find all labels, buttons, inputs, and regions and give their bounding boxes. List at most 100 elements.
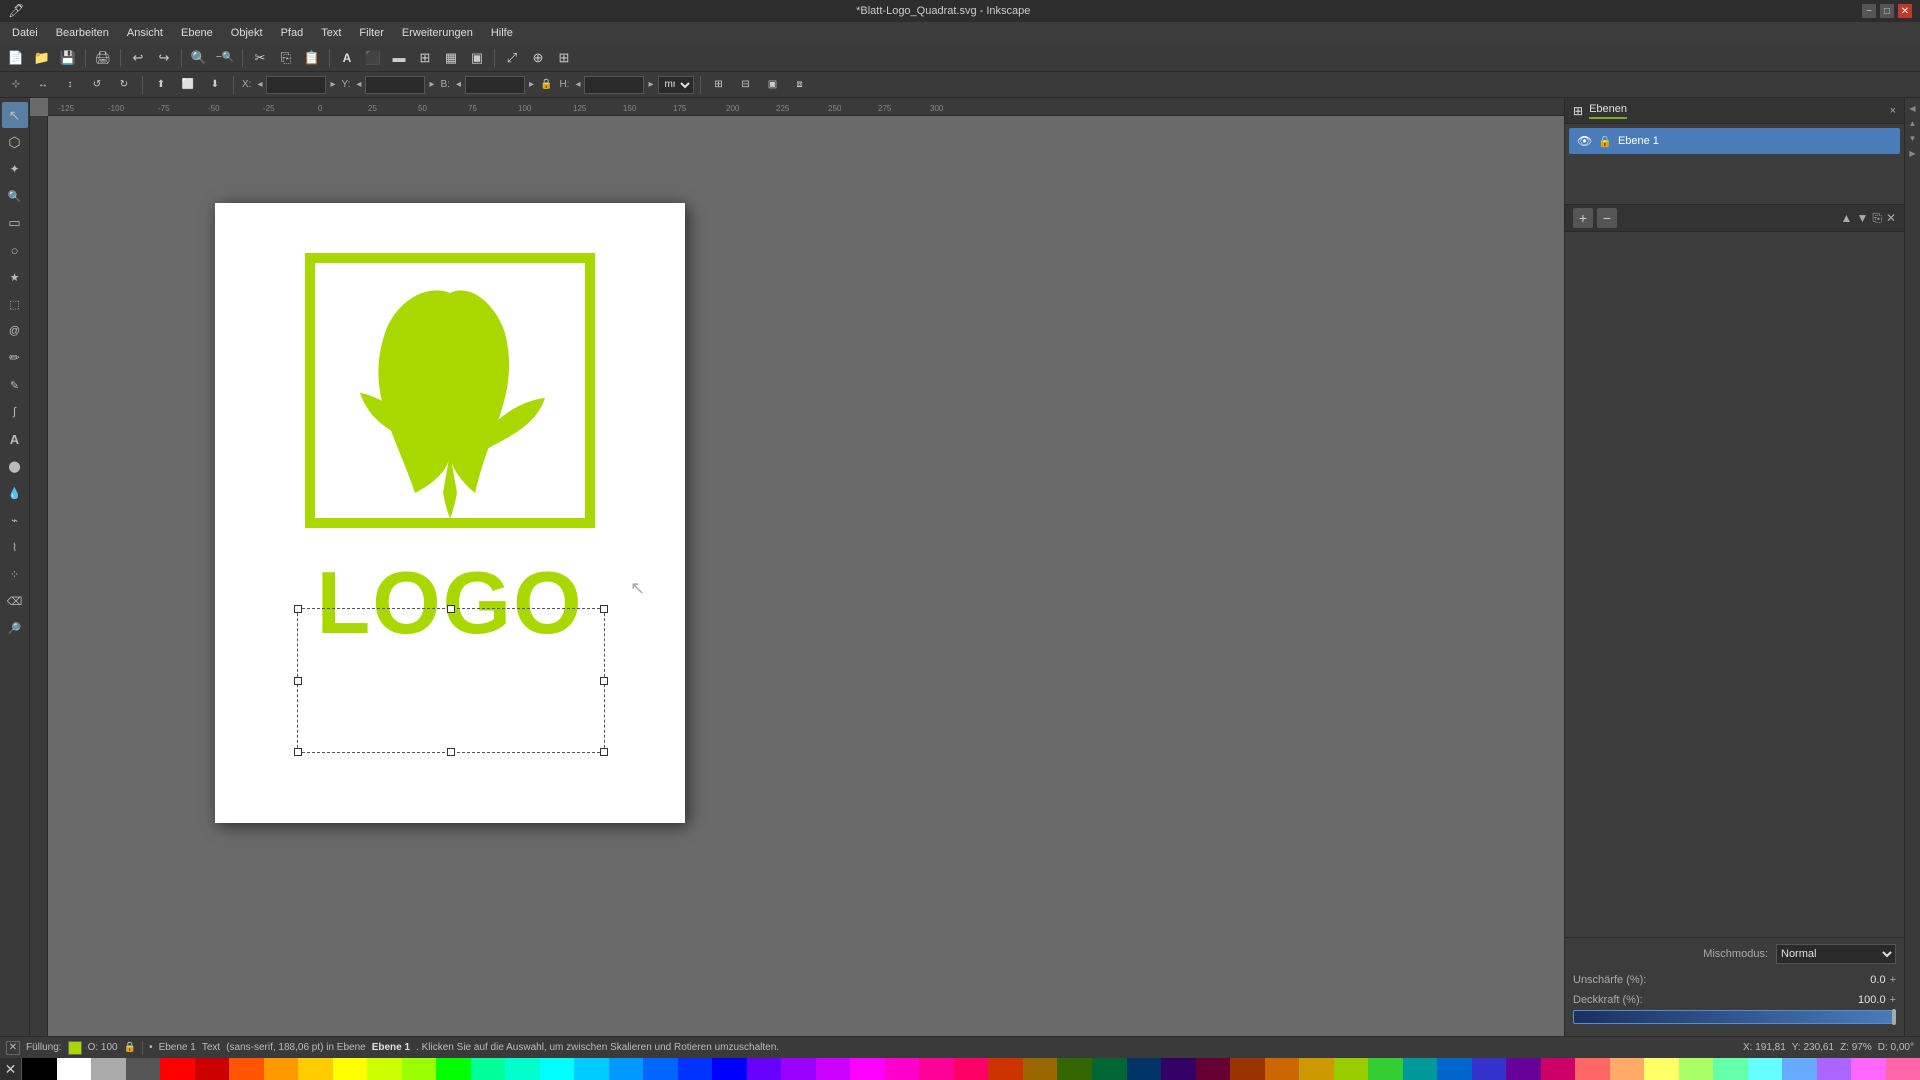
unit-select[interactable]: mm px pt [658,76,694,94]
calligraphy-tool[interactable]: ∫ [2,399,28,425]
star-tool[interactable]: ★ [2,264,28,290]
palette-color[interactable] [1886,1058,1920,1080]
palette-color[interactable] [1437,1058,1472,1080]
rotate-cw-btn[interactable]: ↻ [112,74,136,96]
menu-datei[interactable]: Datei [4,25,46,41]
palette-color[interactable] [505,1058,540,1080]
palette-color[interactable] [471,1058,506,1080]
zoom-in-button[interactable]: 🔍 [187,47,211,69]
spiral-tool[interactable]: @ [2,318,28,344]
connector-tool[interactable]: ⌁ [2,507,28,533]
new-button[interactable]: 📄 [4,47,28,69]
transform-btn[interactable]: ⤢ [500,47,524,69]
close-button[interactable]: ✕ [1898,4,1912,18]
palette-color[interactable] [781,1058,816,1080]
menu-pfad[interactable]: Pfad [273,25,312,41]
palette-color[interactable] [747,1058,782,1080]
palette-color[interactable] [1334,1058,1369,1080]
text-tool-btn[interactable]: A [335,47,359,69]
rotate-ccw-btn[interactable]: ↺ [85,74,109,96]
layer-close-btn[interactable]: ✕ [1886,211,1896,225]
remove-layer-btn[interactable]: − [1597,208,1617,228]
palette-color[interactable] [22,1058,57,1080]
snap-grid-btn[interactable]: ⊟ [734,74,758,96]
palette-color[interactable] [264,1058,299,1080]
node-tool[interactable]: ⬡ [2,129,28,155]
text-tool[interactable]: A [2,426,28,452]
align-left-btn[interactable]: ⬛ [361,47,385,69]
snap-btn-3[interactable]: ▼ [1907,132,1919,144]
menu-bearbeiten[interactable]: Bearbeiten [48,25,117,41]
palette-color[interactable] [1161,1058,1196,1080]
palette-color[interactable] [678,1058,713,1080]
spray-tool[interactable]: ⁘ [2,561,28,587]
palette-color[interactable] [91,1058,126,1080]
align-bot-btn[interactable]: ⬇ [203,74,227,96]
gradient-tool[interactable]: ⬤ [2,453,28,479]
palette-color[interactable] [1196,1058,1231,1080]
palette-color[interactable] [1575,1058,1610,1080]
x-inc-arrow[interactable]: ▸ [329,79,336,90]
select-all-btn[interactable]: ⊹ [4,74,28,96]
grid-btn[interactable]: ⊞ [552,47,576,69]
palette-color[interactable] [436,1058,471,1080]
add-layer-btn[interactable]: + [1573,208,1593,228]
snap-bbox-btn[interactable]: ▣ [761,74,785,96]
x-input[interactable]: 41,493 [266,76,326,94]
lock-icon[interactable]: 🔒 [538,79,554,90]
mischmode-select[interactable]: Normal Multiply Screen Overlay [1776,944,1896,964]
palette-color[interactable] [1679,1058,1714,1080]
palette-color[interactable] [1541,1058,1576,1080]
layer-lock-icon[interactable]: 🔒 [1598,135,1612,148]
3d-tool[interactable]: ⬚ [2,291,28,317]
palette-color[interactable] [712,1058,747,1080]
pencil-tool[interactable]: ✎ [2,372,28,398]
palette-color[interactable] [1368,1058,1403,1080]
snap-btn[interactable]: ⊕ [526,47,550,69]
view-btn1[interactable]: ⧈ [788,74,812,96]
no-color-btn[interactable]: ✕ [0,1058,22,1080]
palette-color[interactable] [126,1058,161,1080]
rect-tool[interactable]: ▭ [2,210,28,236]
palette-color[interactable] [195,1058,230,1080]
palette-color[interactable] [1230,1058,1265,1080]
search-tool[interactable]: 🔎 [2,615,28,641]
w-dec-arrow[interactable]: ◂ [455,79,462,90]
layer-dup-btn[interactable]: ⎘ [1872,211,1882,226]
zoom-out-button[interactable]: −🔍 [213,47,237,69]
h-dec-arrow[interactable]: ◂ [574,79,581,90]
menu-objekt[interactable]: Objekt [223,25,271,41]
dropper-tool[interactable]: 💧 [2,480,28,506]
flip-v-btn[interactable]: ↕ [58,74,82,96]
palette-color[interactable] [402,1058,437,1080]
menu-text[interactable]: Text [313,25,349,41]
palette-color[interactable] [1851,1058,1886,1080]
palette-color[interactable] [1610,1058,1645,1080]
maximize-button[interactable]: □ [1880,4,1894,18]
layer-item[interactable]: 👁 🔒 Ebene 1 [1569,128,1900,154]
eraser-tool[interactable]: ⌫ [2,588,28,614]
no-fill-indicator[interactable]: ✕ [6,1041,20,1055]
cut-button[interactable]: ✂ [248,47,272,69]
align-top-btn[interactable]: ⬆ [149,74,173,96]
palette-color[interactable] [850,1058,885,1080]
palette-color[interactable] [919,1058,954,1080]
palette-color[interactable] [609,1058,644,1080]
palette-color[interactable] [1092,1058,1127,1080]
minimize-button[interactable]: − [1862,4,1876,18]
palette-color[interactable] [643,1058,678,1080]
blur-add-btn[interactable]: + [1890,974,1896,986]
palette-color[interactable] [885,1058,920,1080]
open-button[interactable]: 📁 [30,47,54,69]
menu-ebene[interactable]: Ebene [173,25,221,41]
h-inc-arrow[interactable]: ▸ [647,79,654,90]
layer-visible-icon[interactable]: 👁 [1577,134,1592,148]
palette-color[interactable] [574,1058,609,1080]
palette-color[interactable] [1472,1058,1507,1080]
y-inc-arrow[interactable]: ▸ [428,79,435,90]
palette-color[interactable] [954,1058,989,1080]
selector-tool[interactable]: ↖ [2,102,28,128]
palette-color[interactable] [988,1058,1023,1080]
palette-color[interactable] [1265,1058,1300,1080]
ungroup-btn[interactable]: ▣ [465,47,489,69]
